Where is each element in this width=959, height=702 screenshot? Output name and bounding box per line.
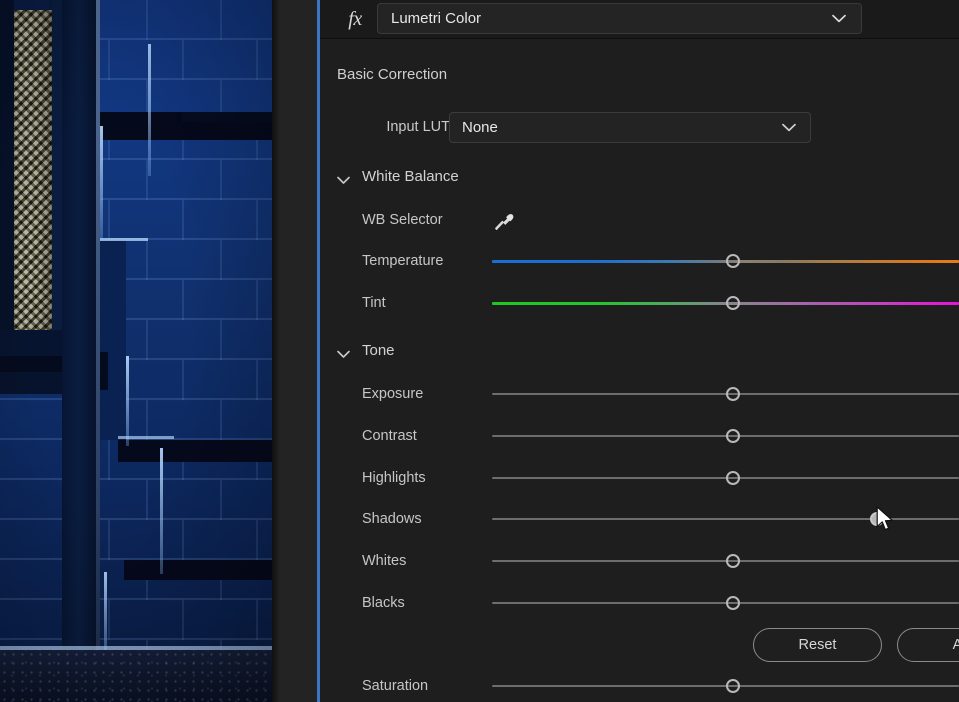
chevron-down-icon [337,172,350,181]
highlights-slider[interactable] [492,465,959,491]
tint-label: Tint [362,290,386,316]
blacks-slider[interactable] [492,590,959,616]
basic-correction-section-title: Basic Correction [337,66,447,83]
shadows-slider[interactable] [492,506,959,532]
temperature-slider-row: Temperature [320,248,959,274]
contrast-slider-handle[interactable] [726,429,740,443]
effect-header-row: fx Lumetri Color [320,0,959,39]
highlights-slider-row: Highlights [320,465,959,491]
input-lut-value: None [462,113,498,142]
whites-slider[interactable] [492,548,959,574]
saturation-slider-handle[interactable] [726,679,740,693]
temperature-label: Temperature [362,248,443,274]
white-balance-group-title: White Balance [362,166,459,188]
contrast-slider-row: Contrast [320,423,959,449]
wb-selector-row: WB Selector [320,207,959,233]
effect-name-dropdown[interactable]: Lumetri Color [377,3,862,34]
shadows-label: Shadows [362,506,422,532]
shadows-slider-row: Shadows [320,506,959,532]
exposure-slider-row: Exposure [320,381,959,407]
tone-group-title: Tone [362,340,395,362]
wb-selector-label: WB Selector [362,207,443,233]
panel-edge-shadow [272,0,280,702]
highlights-label: Highlights [362,465,426,491]
chevron-down-icon [782,123,796,132]
blacks-label: Blacks [362,590,405,616]
chevron-down-icon [337,346,350,355]
tone-action-buttons: Reset Au [320,628,959,663]
tint-slider[interactable] [492,290,959,316]
eyedropper-icon[interactable] [492,209,518,233]
program-monitor-frame[interactable] [0,0,272,702]
saturation-slider-row: Saturation [320,673,959,699]
blacks-slider-row: Blacks [320,590,959,616]
auto-button[interactable]: Au [897,628,959,662]
input-lut-label: Input LUT [386,112,450,142]
premiere-pro-workspace: fx Lumetri Color Basic Correction Input … [0,0,959,702]
fx-icon: fx [340,5,370,33]
tint-slider-handle[interactable] [726,296,740,310]
exposure-slider-handle[interactable] [726,387,740,401]
contrast-label: Contrast [362,423,417,449]
whites-slider-row: Whites [320,548,959,574]
exposure-label: Exposure [362,381,423,407]
contrast-slider[interactable] [492,423,959,449]
highlights-slider-handle[interactable] [726,471,740,485]
reset-button[interactable]: Reset [753,628,882,662]
input-lut-row: Input LUT None [320,112,959,142]
saturation-label: Saturation [362,673,428,699]
chevron-down-icon [832,14,846,23]
blacks-slider-handle[interactable] [726,596,740,610]
temperature-slider-handle[interactable] [726,254,740,268]
shadows-slider-handle[interactable] [870,512,884,526]
exposure-slider[interactable] [492,381,959,407]
whites-label: Whites [362,548,406,574]
tint-slider-row: Tint [320,290,959,316]
input-lut-dropdown[interactable]: None [449,112,811,143]
lumetri-color-effect-panel: fx Lumetri Color Basic Correction Input … [320,0,959,702]
temperature-slider[interactable] [492,248,959,274]
whites-slider-handle[interactable] [726,554,740,568]
saturation-slider[interactable] [492,673,959,699]
shadows-slider-track [492,518,959,520]
monitor-vignette [0,0,272,702]
effect-name-label: Lumetri Color [391,4,481,33]
